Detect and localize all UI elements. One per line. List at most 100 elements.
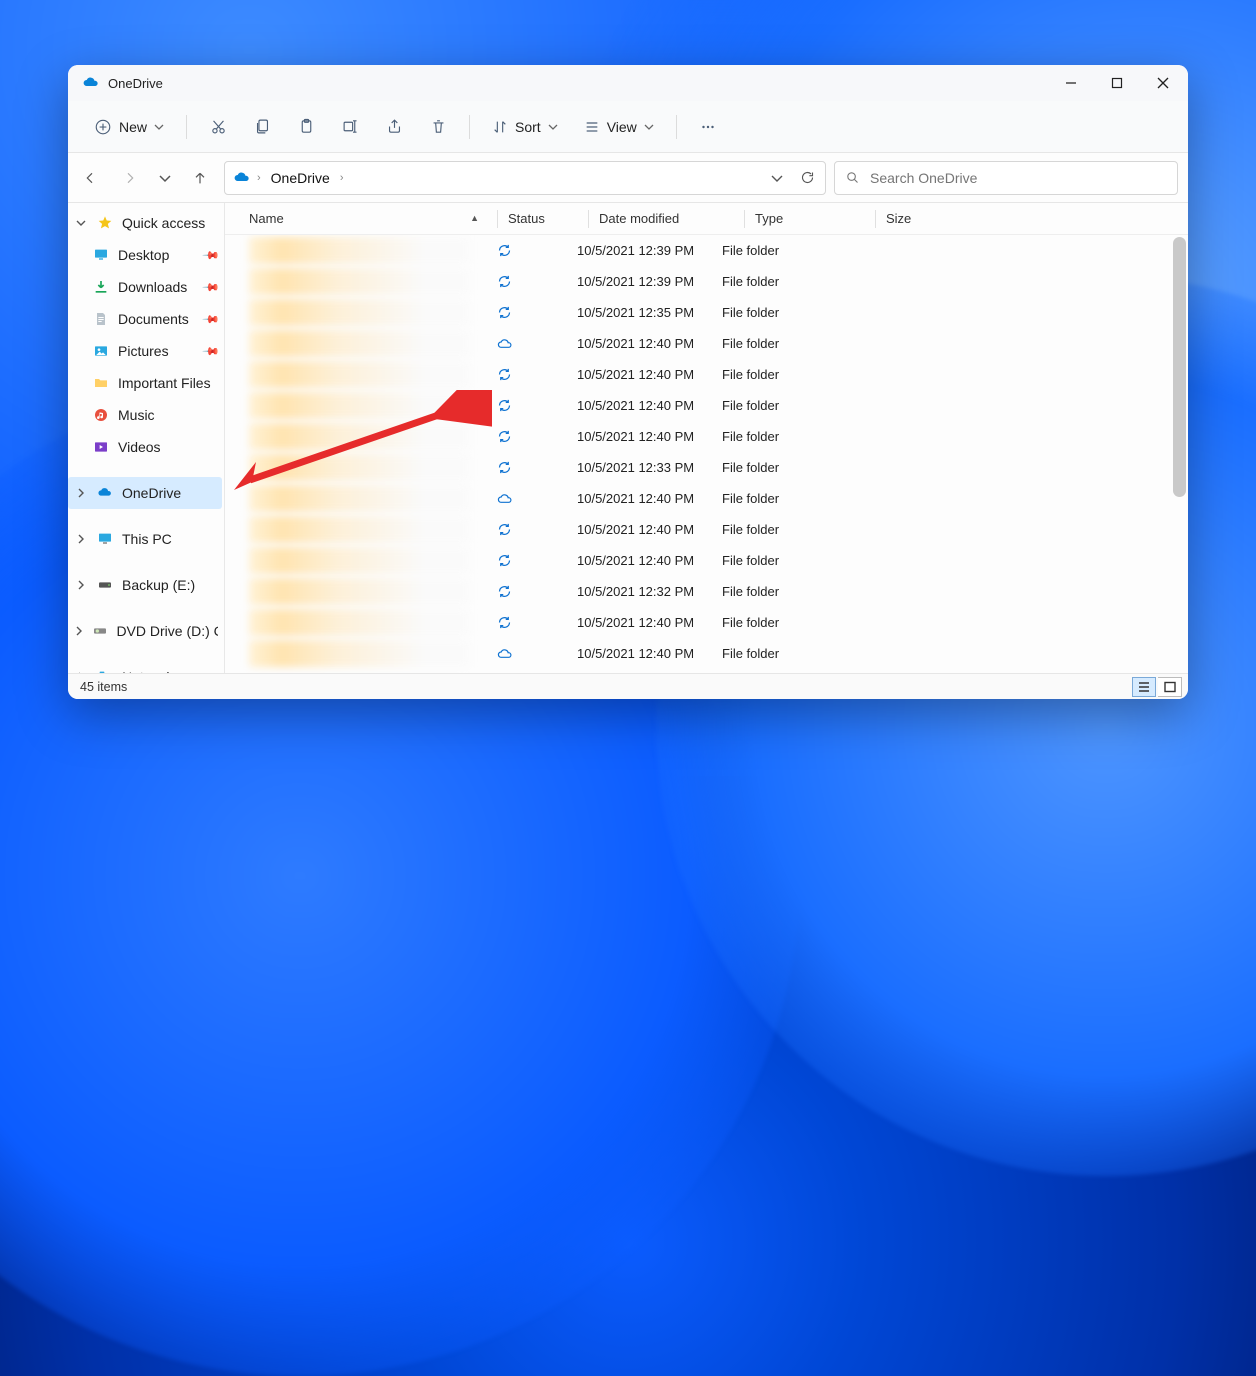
pin-icon: 📌 [202, 278, 221, 297]
view-button-label: View [607, 119, 637, 135]
rename-button[interactable] [331, 110, 369, 144]
more-button[interactable] [689, 110, 727, 144]
sort-button-label: Sort [515, 119, 541, 135]
pin-icon: 📌 [202, 246, 221, 265]
sort-button[interactable]: Sort [482, 113, 568, 141]
table-row[interactable]: 10/5/2021 12:40 PMFile folder [225, 545, 1188, 576]
chevron-down-icon [548, 122, 558, 132]
table-row[interactable]: 10/5/2021 12:35 PMFile folder [225, 297, 1188, 328]
sidebar-item-onedrive[interactable]: OneDrive [68, 477, 222, 509]
table-row[interactable]: 10/5/2021 12:39 PMFile folder [225, 235, 1188, 266]
sidebar-item-quick-access[interactable]: Quick access [68, 207, 222, 239]
minimize-button[interactable] [1048, 65, 1094, 101]
cloud-only-icon [497, 646, 577, 662]
sync-pending-icon [497, 460, 577, 475]
table-row[interactable]: 10/5/2021 12:40 PMFile folder [225, 390, 1188, 421]
column-header-size[interactable]: Size [886, 211, 966, 226]
dvd-drive-icon [92, 622, 108, 640]
refresh-button[interactable] [795, 166, 819, 190]
column-header-name[interactable]: Name ▲ [249, 211, 497, 226]
redacted-name [249, 578, 469, 605]
recent-locations-button[interactable] [154, 162, 176, 194]
address-dropdown-button[interactable] [765, 166, 789, 190]
cloud-only-icon [497, 491, 577, 507]
sidebar-item-dvd[interactable]: DVD Drive (D:) CPRA [68, 615, 222, 647]
table-row[interactable]: 10/5/2021 12:32 PMFile folder [225, 576, 1188, 607]
cell-date: 10/5/2021 12:39 PM [577, 243, 722, 258]
file-list[interactable]: 10/5/2021 12:39 PMFile folder10/5/2021 1… [225, 235, 1188, 673]
back-button[interactable] [74, 162, 106, 194]
sidebar-item-desktop[interactable]: Desktop 📌 [68, 239, 222, 271]
close-button[interactable] [1140, 65, 1186, 101]
table-row[interactable]: 10/5/2021 12:40 PMFile folder [225, 607, 1188, 638]
sidebar-item-videos[interactable]: Videos [68, 431, 222, 463]
view-list-icon [584, 119, 600, 135]
expand-icon[interactable] [74, 488, 88, 498]
sidebar-item-network[interactable]: Network [68, 661, 222, 673]
redacted-name [249, 547, 469, 574]
column-header-type[interactable]: Type [755, 211, 875, 226]
search-input[interactable] [870, 170, 1167, 186]
divider [676, 115, 677, 139]
breadcrumb-separator-icon: › [340, 172, 344, 184]
column-headers: Name ▲ Status Date modified Type Size [225, 203, 1188, 235]
share-button[interactable] [375, 110, 413, 144]
delete-button[interactable] [419, 110, 457, 144]
desktop-icon [92, 246, 110, 264]
copy-button[interactable] [243, 110, 281, 144]
table-row[interactable]: 10/5/2021 12:40 PMFile folder [225, 359, 1188, 390]
sidebar-item-backup[interactable]: Backup (E:) [68, 569, 222, 601]
table-row[interactable]: 10/5/2021 12:40 PMFile folder [225, 421, 1188, 452]
sidebar-item-label: Downloads [118, 279, 187, 295]
sidebar-item-label: Backup (E:) [122, 577, 195, 593]
sidebar-item-this-pc[interactable]: This PC [68, 523, 222, 555]
table-row[interactable]: 10/5/2021 12:40 PMFile folder [225, 328, 1188, 359]
status-text: 45 items [80, 680, 127, 694]
sidebar-item-downloads[interactable]: Downloads 📌 [68, 271, 222, 303]
cut-button[interactable] [199, 110, 237, 144]
divider [186, 115, 187, 139]
expand-icon[interactable] [74, 580, 88, 590]
cell-type: File folder [722, 398, 842, 413]
titlebar: OneDrive [68, 65, 1188, 101]
sidebar-item-music[interactable]: Music [68, 399, 222, 431]
table-row[interactable]: 10/5/2021 12:33 PMFile folder [225, 452, 1188, 483]
sidebar-item-documents[interactable]: Documents 📌 [68, 303, 222, 335]
sidebar-item-pictures[interactable]: Pictures 📌 [68, 335, 222, 367]
videos-icon [92, 438, 110, 456]
sort-icon [492, 119, 508, 135]
breadcrumb-item[interactable]: OneDrive [267, 168, 334, 188]
column-header-date[interactable]: Date modified [599, 211, 744, 226]
address-bar[interactable]: › OneDrive › [224, 161, 826, 195]
up-button[interactable] [184, 162, 216, 194]
expand-icon[interactable] [74, 626, 84, 636]
paste-button[interactable] [287, 110, 325, 144]
sidebar-item-important-files[interactable]: Important Files [68, 367, 222, 399]
sidebar-item-label: Pictures [118, 343, 169, 359]
redacted-name [249, 609, 469, 636]
search-box[interactable] [834, 161, 1178, 195]
table-row[interactable]: 10/5/2021 12:39 PMFile folder [225, 266, 1188, 297]
redacted-name [249, 330, 469, 357]
sidebar-item-label: Videos [118, 439, 161, 455]
sidebar-item-label: OneDrive [122, 485, 181, 501]
collapse-icon[interactable] [74, 218, 88, 228]
view-details-button[interactable] [1132, 677, 1156, 697]
forward-button[interactable] [114, 162, 146, 194]
sidebar-item-label: DVD Drive (D:) CPRA [116, 623, 218, 639]
view-button[interactable]: View [574, 113, 664, 141]
expand-icon[interactable] [74, 534, 88, 544]
table-row[interactable]: 10/5/2021 12:40 PMFile folder [225, 514, 1188, 545]
table-row[interactable]: 10/5/2021 12:40 PMFile folder [225, 483, 1188, 514]
new-button[interactable]: New [84, 112, 174, 142]
view-thumbnails-button[interactable] [1158, 677, 1182, 697]
redacted-name [249, 640, 469, 667]
sync-pending-icon [497, 243, 577, 258]
table-row[interactable]: 10/5/2021 12:40 PMFile folder [225, 638, 1188, 669]
sort-asc-icon: ▲ [470, 213, 479, 223]
breadcrumb-separator-icon: › [257, 172, 261, 184]
scrollbar-thumb[interactable] [1173, 237, 1186, 497]
maximize-button[interactable] [1094, 65, 1140, 101]
cell-type: File folder [722, 274, 842, 289]
column-header-status[interactable]: Status [508, 211, 588, 226]
